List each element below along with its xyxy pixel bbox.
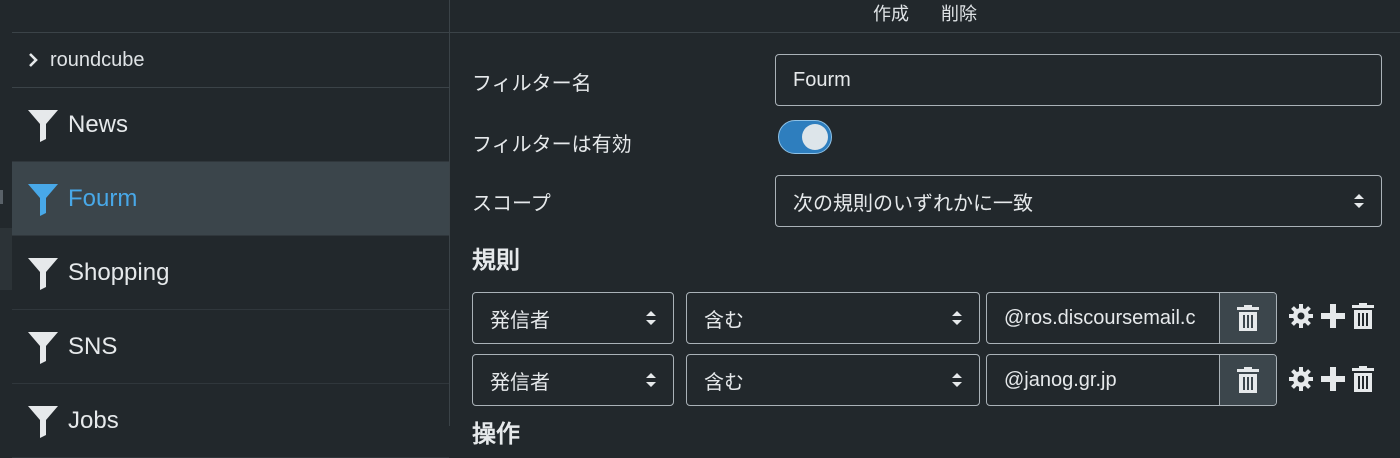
sidebar-item-shopping[interactable]: Shopping [12,236,449,310]
rules-heading: 規則 [472,247,520,274]
filter-icon [26,256,60,290]
filter-name-input[interactable]: Fourm [775,54,1382,106]
rule-header-select[interactable]: 発信者 [472,354,674,406]
sidebar-item-fourm[interactable]: Fourm [12,162,449,236]
rule-operator-select[interactable]: 含む [686,292,980,344]
select-arrows-icon [951,371,963,389]
rule-value-input[interactable]: @janog.gr.jp [987,355,1219,405]
rule-header-value: 発信者 [490,309,550,332]
sidebar-item-news[interactable]: News [12,88,449,162]
rule-operator-select[interactable]: 含む [686,354,980,406]
filter-icon [26,108,60,142]
filter-icon [26,182,60,216]
delete-button[interactable]: 削除 [941,0,977,26]
rule-value-input[interactable]: @ros.discoursemail.c [987,293,1219,343]
chevron-right-icon[interactable] [26,53,40,67]
select-arrows-icon [645,371,657,389]
filter-name-label: フィルター名 [472,73,592,95]
sidebar-header [12,0,449,33]
edge-highlight [0,228,12,290]
filters-sidebar: roundcube News Fourm Shopping SNS Jobs [12,0,450,458]
filter-enabled-label: フィルターは有効 [472,134,632,156]
toolbar: 作成 削除 [450,0,1400,33]
rule-actions [1288,303,1374,329]
select-arrows-icon [951,309,963,327]
account-label: roundcube [50,48,145,71]
account-row[interactable]: roundcube [12,33,449,88]
rule-operator-value: 含む [704,371,744,394]
trash-icon [1237,367,1259,393]
select-arrows-icon [1353,192,1365,210]
sidebar-item-label: Jobs [68,406,119,434]
trash-icon[interactable] [1352,303,1374,329]
gear-icon[interactable] [1288,366,1314,392]
rule-header-select[interactable]: 発信者 [472,292,674,344]
edge-marker [0,190,3,204]
trash-icon [1237,305,1259,331]
sidebar-item-label: SNS [68,332,118,360]
sidebar-item-label: News [68,110,129,138]
filter-enabled-toggle[interactable] [778,120,832,154]
filter-editor: 作成 削除 フィルター名 Fourm フィルターは有効 スコープ 次の規則のいず… [450,0,1400,448]
toggle-knob [802,124,828,150]
plus-icon[interactable] [1320,303,1346,329]
rule-value-group: @janog.gr.jp [986,354,1277,406]
actions-heading: 操作 [472,421,520,448]
trash-icon[interactable] [1352,366,1374,392]
plus-icon[interactable] [1320,366,1346,392]
filter-icon [26,404,60,438]
scope-select[interactable]: 次の規則のいずれかに一致 [775,175,1382,227]
sidebar-item-label: Shopping [68,258,170,286]
select-arrows-icon [645,309,657,327]
create-button[interactable]: 作成 [873,0,909,26]
filter-icon [26,330,60,364]
gear-icon[interactable] [1288,303,1314,329]
rule-operator-value: 含む [704,309,744,332]
sidebar-item-jobs[interactable]: Jobs [12,384,449,458]
sidebar-item-label: Fourm [68,184,138,212]
sidebar-item-sns[interactable]: SNS [12,310,449,384]
scope-select-value: 次の規則のいずれかに一致 [793,192,1033,215]
rule-header-value: 発信者 [490,371,550,394]
scope-label: スコープ [472,193,551,215]
rule-value-group: @ros.discoursemail.c [986,292,1277,344]
delete-value-button[interactable] [1219,355,1276,405]
rule-actions [1288,366,1374,392]
delete-value-button[interactable] [1219,293,1276,343]
